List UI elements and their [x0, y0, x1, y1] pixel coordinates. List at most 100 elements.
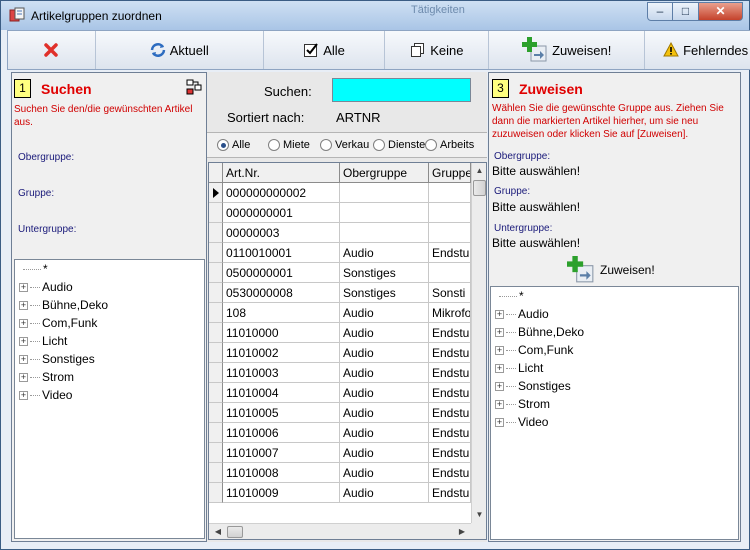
cell-obergruppe[interactable]: Audio	[340, 243, 429, 263]
cell-obergruppe[interactable]: Audio	[340, 323, 429, 343]
row-selector[interactable]	[209, 283, 223, 303]
row-selector[interactable]	[209, 303, 223, 323]
tree-item-com-funk[interactable]: + Com,Funk	[19, 314, 97, 332]
tree-item-buehne-deko[interactable]: + Bühne,Deko	[495, 323, 584, 341]
scroll-thumb[interactable]	[473, 180, 486, 196]
cell-artnr[interactable]: 11010003	[223, 363, 340, 383]
cell-artnr[interactable]: 11010007	[223, 443, 340, 463]
cell-obergruppe[interactable]: Audio	[340, 463, 429, 483]
cell-gruppe[interactable]	[429, 223, 471, 243]
column-header-obergruppe[interactable]: Obergruppe	[340, 163, 429, 183]
radio-alle[interactable]: Alle	[217, 139, 250, 151]
radio-arbeits[interactable]: Arbeits	[425, 139, 474, 151]
scroll-right-arrow[interactable]: ▶	[455, 524, 469, 539]
tree-item-video[interactable]: + Video	[19, 386, 72, 404]
cell-artnr[interactable]: 0110010001	[223, 243, 340, 263]
radio-miete[interactable]: Miete	[268, 139, 310, 151]
cell-obergruppe[interactable]: Audio	[340, 343, 429, 363]
radio-dienste[interactable]: Dienste	[373, 139, 425, 151]
tree-item-strom[interactable]: + Strom	[495, 395, 550, 413]
expand-icon[interactable]: +	[495, 399, 504, 409]
cell-artnr[interactable]: 108	[223, 303, 340, 323]
cell-gruppe[interactable]: Sonsti	[429, 283, 471, 303]
cell-gruppe[interactable]: Endstu	[429, 443, 471, 463]
row-selector[interactable]	[209, 363, 223, 383]
cell-obergruppe[interactable]: Audio	[340, 363, 429, 383]
cell-artnr[interactable]: 0000000001	[223, 203, 340, 223]
scroll-thumb-horizontal[interactable]	[227, 526, 243, 538]
tree-item-licht[interactable]: + Licht	[495, 359, 543, 377]
cell-obergruppe[interactable]: Audio	[340, 403, 429, 423]
tree-item-licht[interactable]: + Licht	[19, 332, 67, 350]
row-selector[interactable]	[209, 383, 223, 403]
expand-icon[interactable]: +	[495, 327, 504, 337]
expand-icon[interactable]: +	[495, 417, 504, 427]
search-input[interactable]	[332, 78, 471, 102]
cell-gruppe[interactable]	[429, 203, 471, 223]
cell-gruppe[interactable]: Endstu	[429, 363, 471, 383]
expand-icon[interactable]: +	[19, 300, 28, 310]
row-selector[interactable]	[209, 483, 223, 503]
cell-obergruppe[interactable]: Sonstiges	[340, 263, 429, 283]
cell-gruppe[interactable]: Endstu	[429, 483, 471, 503]
vertical-scrollbar[interactable]: ▲ ▼	[471, 163, 486, 523]
radio-verkauf[interactable]: Verkau	[320, 139, 369, 151]
select-none-button[interactable]: Keine	[385, 31, 490, 69]
cell-obergruppe[interactable]	[340, 203, 429, 223]
expand-icon[interactable]: +	[19, 282, 28, 292]
cell-artnr[interactable]: 0530000008	[223, 283, 340, 303]
cell-obergruppe[interactable]: Audio	[340, 383, 429, 403]
row-selector[interactable]	[209, 183, 223, 203]
tree-item-buehne-deko[interactable]: + Bühne,Deko	[19, 296, 108, 314]
cell-obergruppe[interactable]	[340, 183, 429, 203]
expand-icon[interactable]: +	[495, 345, 504, 355]
expand-icon[interactable]: +	[19, 390, 28, 400]
cell-artnr[interactable]: 11010006	[223, 423, 340, 443]
row-selector[interactable]	[209, 203, 223, 223]
select-all-button[interactable]: Alle	[264, 31, 386, 69]
expand-icon[interactable]: +	[495, 381, 504, 391]
cell-artnr[interactable]: 11010008	[223, 463, 340, 483]
row-selector[interactable]	[209, 343, 223, 363]
expand-icon[interactable]: +	[19, 372, 28, 382]
cell-artnr[interactable]: 11010000	[223, 323, 340, 343]
cell-obergruppe[interactable]: Audio	[340, 443, 429, 463]
row-selector[interactable]	[209, 423, 223, 443]
column-header-artnr[interactable]: Art.Nr.	[223, 163, 340, 183]
tree-item-strom[interactable]: + Strom	[19, 368, 74, 386]
cell-gruppe[interactable]: Mikrofo	[429, 303, 471, 323]
cell-artnr[interactable]: 11010009	[223, 483, 340, 503]
tree-item-video[interactable]: + Video	[495, 413, 548, 431]
scroll-down-arrow[interactable]: ▼	[472, 507, 486, 523]
horizontal-scrollbar[interactable]: ◀ ▶	[209, 523, 471, 539]
expand-icon[interactable]: +	[19, 354, 28, 364]
cell-gruppe[interactable]: Endstu	[429, 403, 471, 423]
cell-gruppe[interactable]: Endstu	[429, 343, 471, 363]
tree-item-root[interactable]: *	[495, 287, 524, 305]
row-selector[interactable]	[209, 403, 223, 423]
scroll-up-arrow[interactable]: ▲	[472, 163, 486, 179]
tree-item-audio[interactable]: + Audio	[19, 278, 73, 296]
cell-gruppe[interactable]: Endstu	[429, 323, 471, 343]
assign-button[interactable]: Zuweisen!	[567, 255, 655, 285]
cell-artnr[interactable]: 11010004	[223, 383, 340, 403]
expand-icon[interactable]: +	[495, 363, 504, 373]
expand-icon[interactable]: +	[19, 318, 28, 328]
assign-toolbar-button[interactable]: Zuweisen!	[489, 31, 646, 69]
cell-artnr[interactable]: 11010002	[223, 343, 340, 363]
cell-artnr[interactable]: 0500000001	[223, 263, 340, 283]
row-selector[interactable]	[209, 443, 223, 463]
row-selector[interactable]	[209, 263, 223, 283]
tree-item-sonstiges[interactable]: + Sonstiges	[495, 377, 571, 395]
minimize-button[interactable]: –	[647, 2, 673, 21]
close-window-button[interactable]: ✕	[699, 2, 743, 21]
tree-item-audio[interactable]: + Audio	[495, 305, 549, 323]
tree-item-com-funk[interactable]: + Com,Funk	[495, 341, 573, 359]
expand-icon[interactable]: +	[495, 309, 504, 319]
cell-gruppe[interactable]: Endstu	[429, 423, 471, 443]
tree-item-root[interactable]: *	[19, 260, 48, 278]
cell-artnr[interactable]: 11010005	[223, 403, 340, 423]
scroll-left-arrow[interactable]: ◀	[211, 524, 225, 539]
cell-gruppe[interactable]	[429, 183, 471, 203]
cell-gruppe[interactable]: Endstu	[429, 463, 471, 483]
